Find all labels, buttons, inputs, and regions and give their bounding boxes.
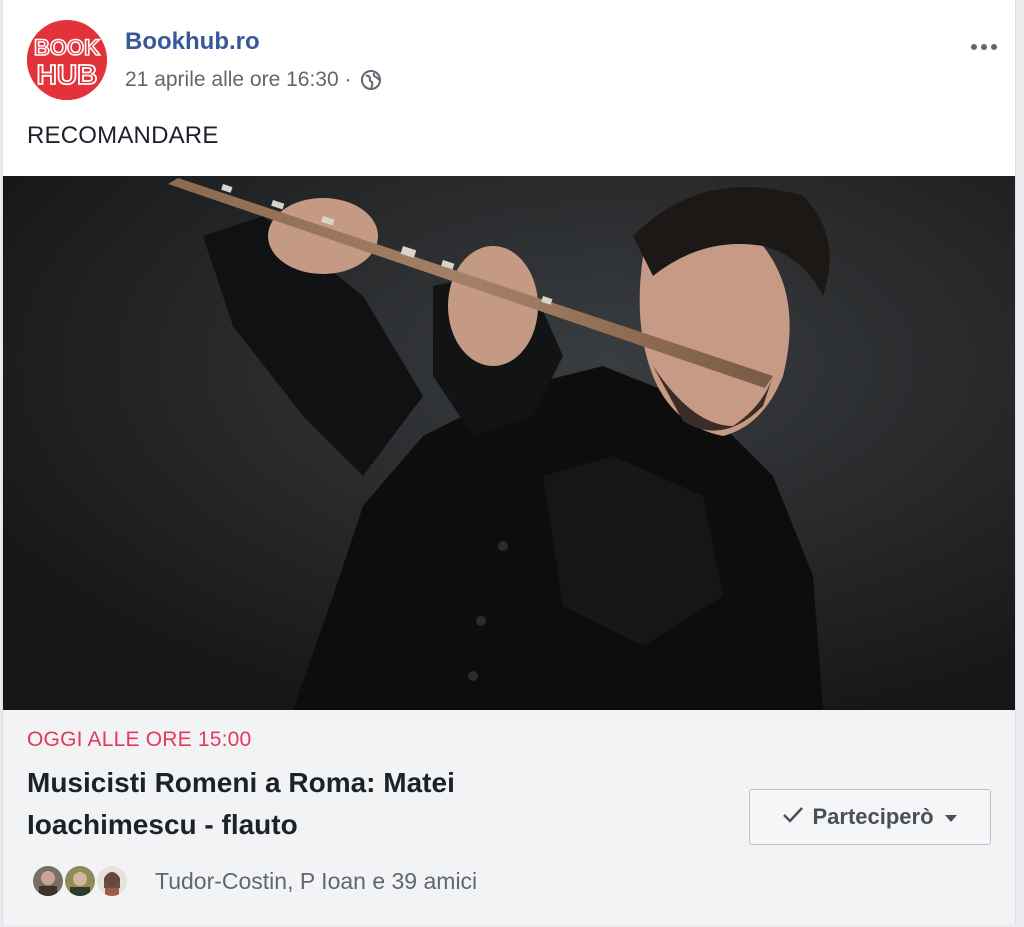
more-options-icon[interactable]: [971, 44, 997, 50]
friend-avatar[interactable]: [95, 864, 129, 898]
event-post: BOOK HUB Bookhub.ro 21 aprile alle ore 1…: [2, 0, 1016, 925]
svg-text:HUB: HUB: [37, 59, 98, 90]
event-details: OGGI ALLE ORE 15:00 Musicisti Romeni a R…: [3, 710, 1015, 925]
friend-avatar[interactable]: [63, 864, 97, 898]
post-text: RECOMANDARE: [27, 122, 219, 149]
friends-going-text[interactable]: Tudor-Costin, P Ioan e 39 amici: [155, 868, 477, 895]
going-button-label: Parteciperò: [812, 804, 934, 829]
post-meta: 21 aprile alle ore 16:30 ·: [125, 68, 382, 92]
friend-avatar[interactable]: [31, 864, 65, 898]
page-avatar[interactable]: BOOK HUB: [27, 20, 107, 100]
globe-icon[interactable]: [360, 69, 382, 91]
friends-going-row: Tudor-Costin, P Ioan e 39 amici: [31, 864, 477, 898]
post-timestamp[interactable]: 21 aprile alle ore 16:30: [125, 68, 339, 92]
event-cover-photo[interactable]: [3, 176, 1015, 710]
check-icon: [782, 804, 804, 830]
svg-text:BOOK: BOOK: [34, 35, 100, 60]
page-name-link[interactable]: Bookhub.ro: [125, 28, 260, 56]
event-title-link[interactable]: Musicisti Romeni a Roma: Matei Ioachimes…: [27, 762, 587, 846]
going-button[interactable]: Parteciperò: [749, 789, 991, 845]
meta-separator: ·: [344, 68, 352, 91]
bookhub-logo: BOOK HUB: [27, 20, 107, 100]
caret-down-icon: [944, 804, 958, 830]
friend-avatars[interactable]: [31, 864, 129, 898]
event-date: OGGI ALLE ORE 15:00: [27, 728, 252, 751]
post-header: BOOK HUB Bookhub.ro 21 aprile alle ore 1…: [27, 20, 1015, 104]
